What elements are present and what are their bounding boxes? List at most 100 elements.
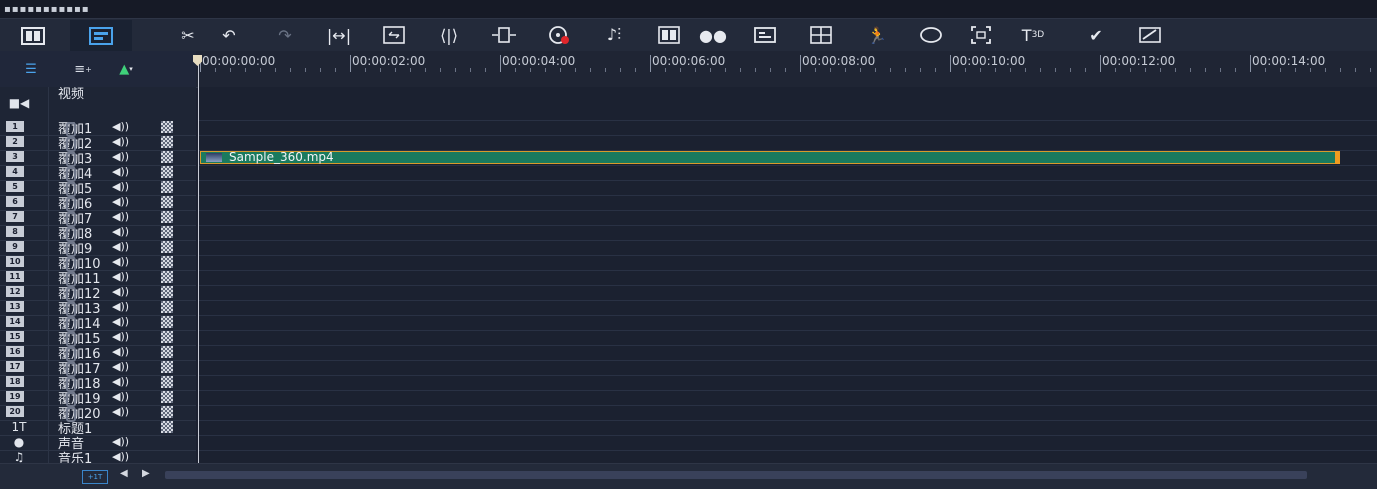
volume-icon[interactable]: ◀)) (112, 330, 129, 343)
trim-icon[interactable] (491, 23, 517, 47)
volume-icon[interactable]: ◀)) (112, 360, 129, 373)
time-ruler[interactable]: 00:00:00:00 00:00:02:00 00:00:04:00 00:00:0… (196, 51, 1377, 88)
timeline-area[interactable] (198, 87, 1377, 463)
volume-icon[interactable]: ◀)) (112, 345, 129, 358)
visibility-toggle-icon[interactable] (161, 346, 173, 358)
volume-icon[interactable]: ◀)) (112, 240, 129, 253)
timeline-track-lane[interactable] (198, 120, 1377, 136)
scroll-left-icon[interactable]: ◀ (120, 468, 128, 479)
fit-timeline-icon[interactable]: |↔| (326, 23, 352, 47)
scroll-right-icon[interactable]: ▶ (142, 468, 150, 479)
playhead-line[interactable] (198, 57, 199, 463)
overlay-track-header[interactable]: 8 覆加8 ◀)) (0, 225, 196, 242)
timeline-track-lane[interactable] (198, 360, 1377, 376)
visibility-toggle-icon[interactable] (161, 256, 173, 268)
clip-trim-handle[interactable] (1335, 151, 1340, 164)
path-icon[interactable] (918, 23, 944, 47)
crop-focus-icon[interactable] (968, 23, 994, 47)
track-manager-icon[interactable]: ☰ (20, 59, 42, 79)
overlay-track-header[interactable]: 20 覆加20 ◀)) (0, 405, 196, 422)
visibility-toggle-icon[interactable] (161, 121, 173, 133)
visibility-toggle-icon[interactable] (161, 136, 173, 148)
horizontal-scrollbar[interactable] (165, 471, 1307, 479)
timeline-track-lane[interactable] (198, 390, 1377, 406)
mask-icon[interactable]: ●● (699, 23, 727, 47)
video-clip[interactable]: Sample_360.mp4 (200, 150, 1340, 164)
visibility-toggle-icon[interactable] (161, 271, 173, 283)
timeline-track-lane[interactable] (198, 315, 1377, 331)
timeline-track-lane[interactable] (198, 225, 1377, 241)
timeline-view-button[interactable] (70, 20, 132, 51)
visibility-toggle-icon[interactable] (161, 211, 173, 223)
music-track-header[interactable]: ♫ 音乐1 ◀)) (0, 450, 196, 463)
3d-title-icon[interactable]: T 3D (1020, 23, 1046, 47)
frame-edit-icon[interactable] (1137, 23, 1163, 47)
visibility-toggle-icon[interactable] (161, 301, 173, 313)
overlay-track-header[interactable]: 6 覆加6 ◀)) (0, 195, 196, 212)
tools-icon[interactable]: ✂ (175, 23, 201, 47)
audio-waveform-icon[interactable]: ♪⫶ (601, 23, 627, 47)
volume-icon[interactable]: ◀)) (112, 405, 129, 418)
visibility-toggle-icon[interactable] (161, 331, 173, 343)
motion-tracking-icon[interactable]: 🏃 (864, 23, 890, 47)
timeline-track-lane[interactable] (198, 345, 1377, 361)
ripple-editing-icon[interactable]: ▲ ▾ (115, 59, 137, 79)
zoom-badge[interactable]: +1T (82, 470, 108, 484)
drag-handle-icon[interactable]: ▪▪▪▪▪▪▪▪▪▪▪ (4, 5, 90, 15)
visibility-toggle-icon[interactable] (161, 241, 173, 253)
undo-icon[interactable]: ↶ (216, 23, 242, 47)
timeline-track-lane[interactable] (198, 330, 1377, 346)
overlay-track-header[interactable]: 7 覆加7 ◀)) (0, 210, 196, 227)
overlay-track-header[interactable]: 5 覆加5 ◀)) (0, 180, 196, 197)
timeline-track-lane[interactable] (198, 255, 1377, 271)
visibility-toggle-icon[interactable] (161, 361, 173, 373)
timeline-track-lane[interactable] (198, 285, 1377, 301)
visibility-toggle-icon[interactable] (161, 181, 173, 193)
volume-icon[interactable]: ◀)) (112, 450, 129, 463)
timeline-track-lane[interactable] (198, 375, 1377, 391)
multicam-icon[interactable] (656, 23, 682, 47)
volume-icon[interactable]: ◀)) (112, 255, 129, 268)
visibility-toggle-icon[interactable] (161, 226, 173, 238)
volume-icon[interactable]: ◀)) (112, 135, 129, 148)
timeline-track-lane[interactable] (198, 300, 1377, 316)
edit-check-icon[interactable]: ✔ (1083, 23, 1109, 47)
visibility-toggle-icon[interactable] (161, 166, 173, 178)
volume-icon[interactable]: ◀)) (112, 225, 129, 238)
visibility-toggle-icon[interactable] (161, 406, 173, 418)
timeline-track-lane[interactable] (198, 450, 1377, 463)
split-icon[interactable]: ⟨|⟩ (436, 23, 462, 47)
volume-icon[interactable]: ◀)) (112, 210, 129, 223)
add-track-icon[interactable]: ≡ + (72, 59, 94, 79)
volume-icon[interactable]: ◀)) (112, 150, 129, 163)
overlay-track-header[interactable]: 4 覆加4 ◀)) (0, 165, 196, 182)
visibility-toggle-icon[interactable] (161, 286, 173, 298)
timeline-track-lane[interactable] (198, 135, 1377, 151)
record-capture-icon[interactable] (546, 23, 572, 47)
visibility-toggle-icon[interactable] (161, 316, 173, 328)
overlay-track-header[interactable]: 2 覆加2 ◀)) (0, 135, 196, 152)
timeline-track-lane[interactable] (198, 195, 1377, 211)
volume-icon[interactable]: ◀)) (112, 285, 129, 298)
timeline-track-lane[interactable] (198, 420, 1377, 436)
volume-icon[interactable]: ◀)) (112, 270, 129, 283)
storyboard-view-button[interactable] (2, 20, 64, 51)
volume-icon[interactable]: ◀)) (112, 180, 129, 193)
visibility-toggle-icon[interactable] (161, 421, 173, 433)
visibility-toggle-icon[interactable] (161, 391, 173, 403)
timeline-track-lane[interactable] (198, 165, 1377, 181)
volume-icon[interactable]: ◀)) (112, 435, 129, 448)
timeline-track-lane[interactable] (198, 180, 1377, 196)
volume-icon[interactable]: ◀)) (112, 315, 129, 328)
fit-window-icon[interactable] (381, 23, 407, 47)
title-track-header[interactable]: 1T 标题1 (0, 420, 196, 437)
timeline-track-lane[interactable] (198, 240, 1377, 256)
grid-layout-icon[interactable] (808, 23, 834, 47)
voice-track-header[interactable]: ● 声音 ◀)) (0, 435, 196, 452)
volume-icon[interactable]: ◀)) (112, 195, 129, 208)
volume-icon[interactable]: ◀)) (112, 300, 129, 313)
timeline-track-lane[interactable] (198, 270, 1377, 286)
timeline-track-lane[interactable] (198, 87, 1377, 121)
volume-icon[interactable]: ◀)) (112, 390, 129, 403)
visibility-toggle-icon[interactable] (161, 151, 173, 163)
